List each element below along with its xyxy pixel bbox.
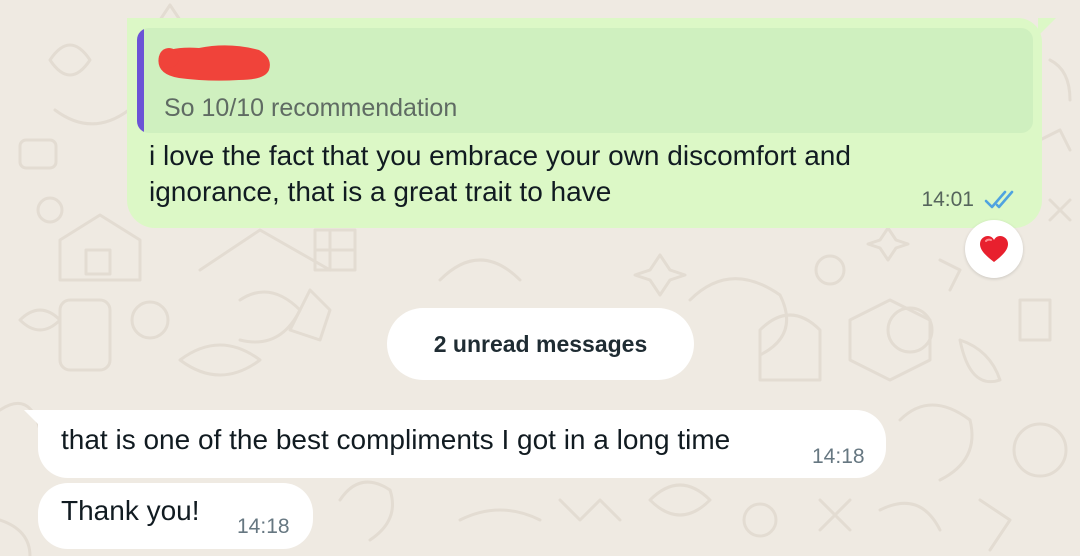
- message-text: that is one of the best compliments I go…: [61, 424, 731, 455]
- message-time: 14:01: [921, 188, 974, 211]
- double-check-read-icon: [984, 190, 1014, 209]
- message-meta: 14:01: [921, 188, 1020, 212]
- heart-reaction[interactable]: [965, 220, 1023, 278]
- incoming-message-bubble[interactable]: Thank you! 14:18: [38, 483, 313, 549]
- outgoing-message-bubble[interactable]: So 10/10 recommendation i love the fact …: [127, 18, 1056, 228]
- quote-accent-bar: [137, 28, 144, 133]
- message-text: Thank you!: [61, 495, 200, 526]
- bubble-tail: [24, 410, 42, 428]
- message-time: 14:18: [237, 515, 290, 538]
- quoted-message-text: So 10/10 recommendation: [164, 94, 458, 122]
- message-time: 14:18: [812, 445, 865, 468]
- incoming-message-bubble[interactable]: that is one of the best compliments I go…: [24, 410, 886, 478]
- message-text: i love the fact that you embrace your ow…: [149, 140, 851, 207]
- quoted-reply[interactable]: So 10/10 recommendation: [137, 28, 1033, 133]
- redacted-author-name: [158, 45, 270, 81]
- bubble-tail: [1038, 18, 1056, 36]
- heart-icon: [980, 236, 1008, 262]
- unread-messages-divider: 2 unread messages: [387, 308, 694, 380]
